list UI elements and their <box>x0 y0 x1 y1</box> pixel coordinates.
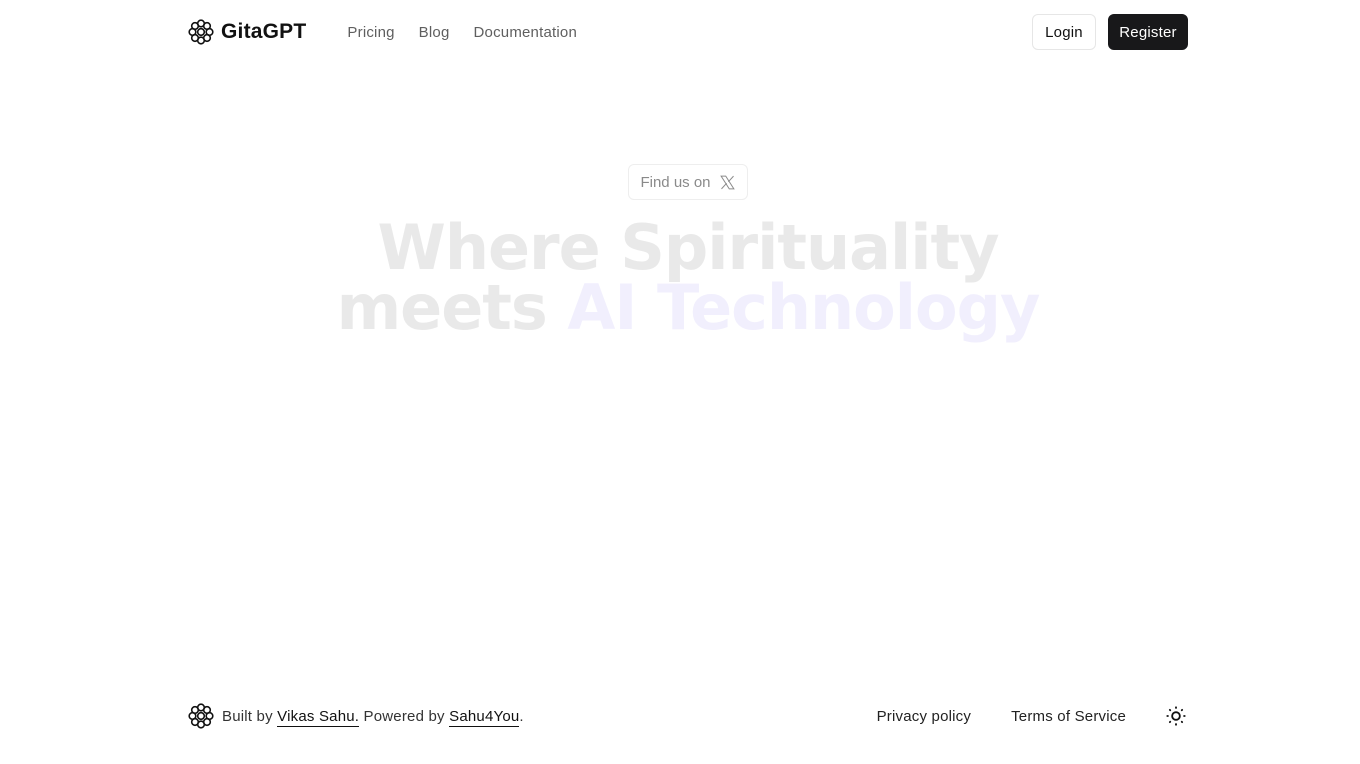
built-by-label: Built by <box>222 707 273 725</box>
brand-name: GitaGPT <box>221 20 307 43</box>
privacy-policy-link[interactable]: Privacy policy <box>877 708 972 725</box>
hero-title: Where Spirituality meets AI Technology <box>0 211 1360 339</box>
main-nav: Pricing Blog Documentation <box>347 24 577 41</box>
register-button[interactable]: Register <box>1108 14 1188 50</box>
hero-title-accent: AI Technology <box>567 271 1040 344</box>
brand-home-link[interactable]: GitaGPT <box>188 19 306 45</box>
hero-title-line-1: Where Spirituality <box>377 211 999 284</box>
author-name: Vikas Sahu <box>277 707 355 725</box>
author-period: . <box>354 707 360 725</box>
terms-of-service-link[interactable]: Terms of Service <box>1011 708 1126 725</box>
flower-circles-icon <box>188 703 214 729</box>
powered-by-link[interactable]: Sahu4You <box>449 707 520 727</box>
footer-credits: Built by Vikas Sahu. Powered by Sahu4You… <box>188 703 524 729</box>
hero-title-line-2: meets AI Technology <box>0 277 1360 339</box>
footer-credit-text: Built by Vikas Sahu. Powered by Sahu4You… <box>222 707 524 727</box>
find-us-on-x-link[interactable]: Find us on <box>628 164 748 200</box>
theme-toggle-button[interactable] <box>1164 704 1188 728</box>
nav-link-documentation[interactable]: Documentation <box>474 24 578 41</box>
powered-by-label: Powered by <box>363 707 445 725</box>
nav-link-pricing[interactable]: Pricing <box>347 24 394 41</box>
login-button[interactable]: Login <box>1032 14 1096 50</box>
page: GitaGPT Pricing Blog Documentation Login… <box>0 0 1360 764</box>
sun-icon <box>1166 706 1186 726</box>
site-header: GitaGPT Pricing Blog Documentation Login… <box>188 0 1188 64</box>
author-link[interactable]: Vikas Sahu. <box>277 707 360 727</box>
flower-circles-icon <box>188 19 214 45</box>
header-actions: Login Register <box>1032 14 1188 50</box>
x-logo-icon <box>719 175 735 189</box>
nav-link-blog[interactable]: Blog <box>419 24 450 41</box>
hero-title-prefix: meets <box>336 271 548 344</box>
site-footer: Built by Vikas Sahu. Powered by Sahu4You… <box>188 696 1188 736</box>
footer-links: Privacy policy Terms of Service <box>877 704 1188 728</box>
find-us-label: Find us on <box>640 173 711 191</box>
footer-period: . <box>519 707 524 725</box>
